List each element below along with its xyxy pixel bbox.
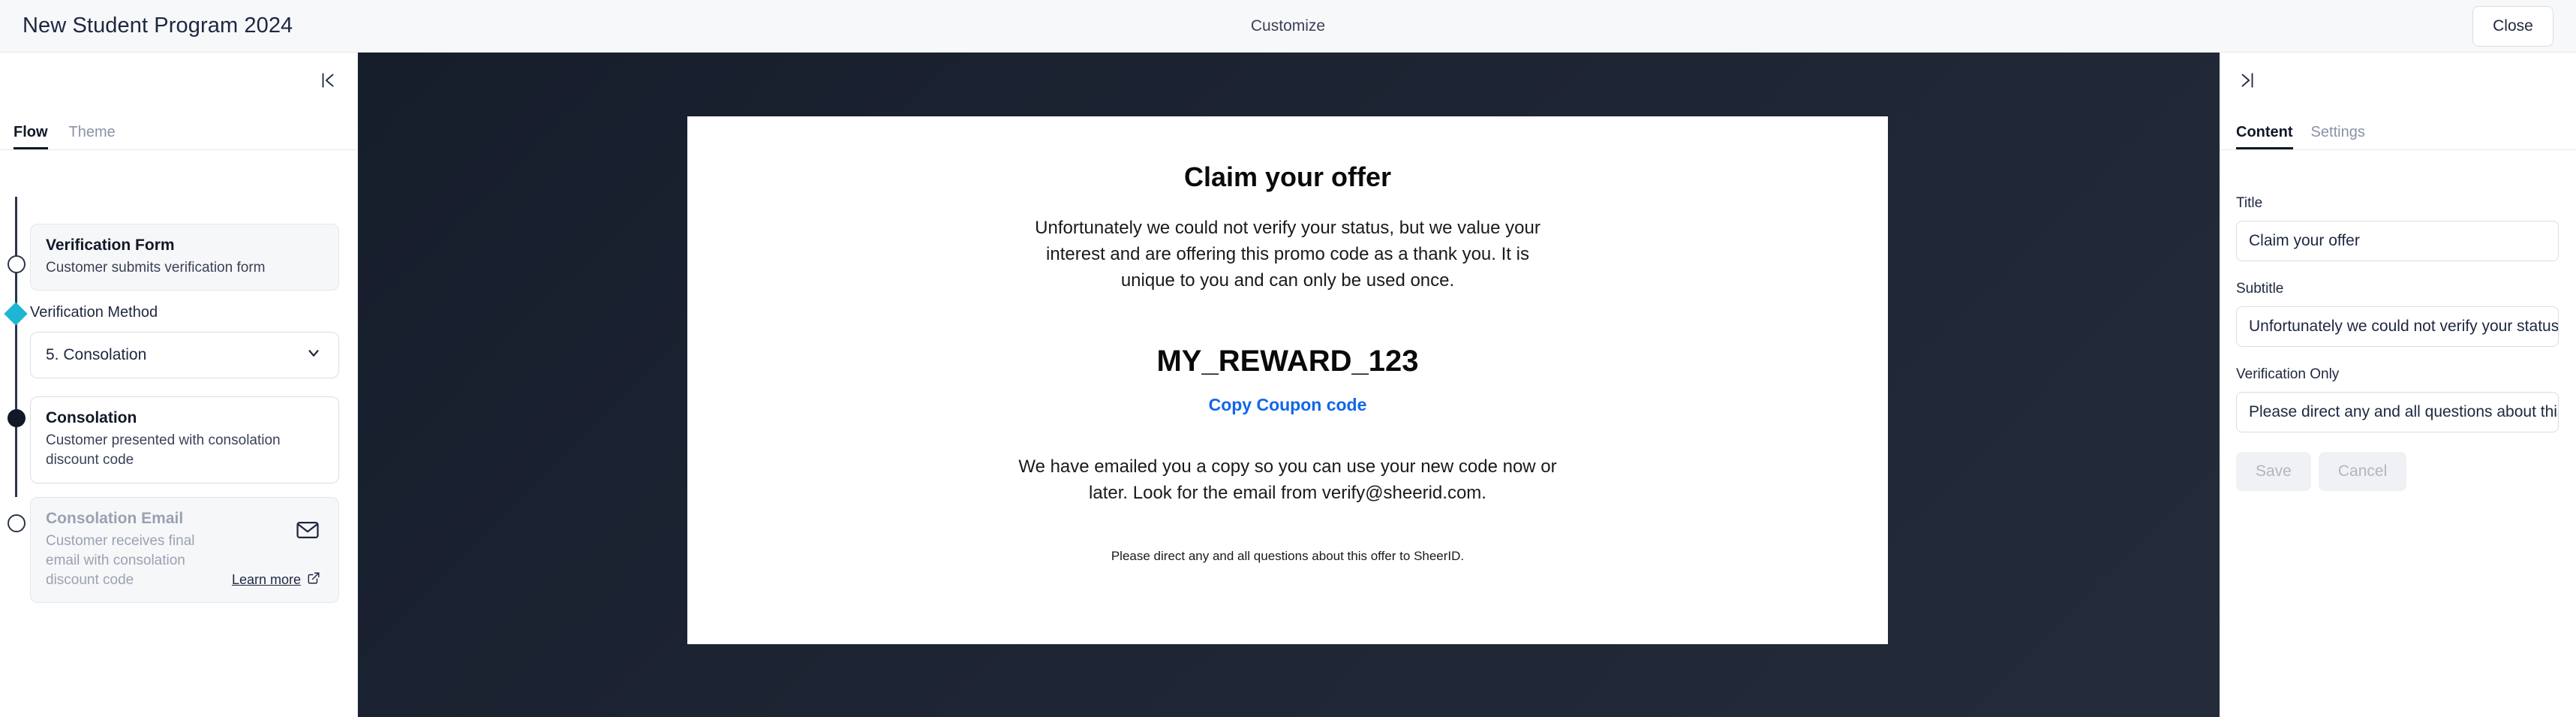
left-tabs: Flow Theme	[0, 119, 358, 150]
preview-subtitle: Unfortunately we could not verify your s…	[1035, 218, 1540, 291]
form-actions: Save Cancel	[2236, 452, 2559, 491]
flow-card-title: Verification Form	[46, 236, 175, 254]
flow-card-description: Customer receives final email with conso…	[46, 532, 195, 589]
timeline-node-verification-form	[8, 255, 26, 273]
flow-card-verification-form[interactable]: Verification Form Customer submits verif…	[30, 224, 339, 291]
top-bar: New Student Program 2024 Customize Close	[0, 0, 2576, 53]
close-button-label: Close	[2493, 17, 2533, 35]
preview-email-note: We have emailed you a copy so you can us…	[1018, 456, 1557, 504]
tab-flow[interactable]: Flow	[14, 124, 48, 149]
chevron-down-icon	[305, 345, 322, 366]
title-input-value: Claim your offer	[2249, 232, 2360, 249]
learn-more-label: Learn more	[231, 572, 301, 588]
flow-card-title: Consolation Email	[46, 509, 184, 527]
verification-method-value: 5. Consolation	[46, 346, 147, 364]
collapse-left-icon[interactable]	[315, 68, 341, 93]
title-field-label: Title	[2236, 195, 2263, 211]
close-button[interactable]: Close	[2472, 6, 2553, 47]
save-button[interactable]: Save	[2236, 452, 2311, 491]
save-button-label: Save	[2256, 462, 2292, 480]
flow-step-list: Verification Form Customer submits verif…	[30, 224, 339, 616]
external-link-icon	[307, 571, 320, 589]
copy-coupon-code-link[interactable]: Copy Coupon code	[1209, 395, 1367, 415]
preview-footer-text: Please direct any and all questions abou…	[1111, 548, 1465, 563]
tab-settings-label: Settings	[2310, 124, 2365, 140]
tab-theme-label: Theme	[68, 124, 116, 140]
tab-content-label: Content	[2236, 124, 2293, 140]
verification-method-select[interactable]: 5. Consolation	[30, 332, 339, 379]
timeline-node-consolation	[8, 409, 26, 427]
flow-card-title: Consolation	[46, 409, 137, 427]
right-sidebar: Content Settings Title Claim your offer …	[2220, 53, 2576, 717]
tab-settings[interactable]: Settings	[2311, 124, 2365, 149]
envelope-icon	[295, 517, 320, 547]
timeline-node-verification-method	[4, 302, 28, 326]
learn-more-link[interactable]: Learn more	[232, 571, 320, 589]
title-input[interactable]: Claim your offer	[2236, 221, 2559, 261]
subtitle-input[interactable]: Unfortunately we could not verify your s…	[2236, 306, 2559, 347]
tab-theme[interactable]: Theme	[69, 124, 116, 149]
preview-title: Claim your offer	[1183, 161, 1392, 192]
flow-card-description: Customer submits verification form	[46, 260, 266, 276]
flow-timeline-rail	[15, 197, 17, 497]
flow-card-consolation[interactable]: Consolation Customer presented with cons…	[30, 396, 339, 484]
right-tabs: Content Settings	[2220, 119, 2576, 150]
flow-card-description: Customer presented with consolation disc…	[46, 432, 281, 468]
preview-canvas: Claim your offer Unfortunately we could …	[358, 53, 2220, 717]
customize-label: Customize	[1250, 17, 1326, 35]
left-sidebar: Flow Theme Verification Form Customer su…	[0, 53, 358, 717]
subtitle-field-label: Subtitle	[2236, 281, 2284, 297]
offer-preview-card: Claim your offer Unfortunately we could …	[687, 116, 1888, 644]
tab-flow-label: Flow	[14, 124, 48, 140]
content-form: Title Claim your offer Subtitle Unfortun…	[2236, 195, 2559, 491]
flow-card-consolation-email: Consolation Email Customer receives fina…	[30, 496, 339, 604]
verification-only-input[interactable]: Please direct any and all questions abou…	[2236, 392, 2559, 432]
verification-only-input-value: Please direct any and all questions abou…	[2249, 403, 2558, 420]
tab-content[interactable]: Content	[2236, 124, 2293, 149]
verification-only-field-label: Verification Only	[2236, 366, 2340, 382]
cancel-button[interactable]: Cancel	[2318, 452, 2407, 491]
cancel-button-label: Cancel	[2337, 462, 2388, 480]
collapse-right-icon[interactable]	[2235, 68, 2260, 93]
subtitle-input-value: Unfortunately we could not verify your s…	[2249, 318, 2559, 335]
verification-method-label: Verification Method	[30, 304, 158, 321]
preview-coupon-code: MY_REWARD_123	[1156, 345, 1419, 378]
timeline-node-consolation-email	[8, 514, 26, 532]
